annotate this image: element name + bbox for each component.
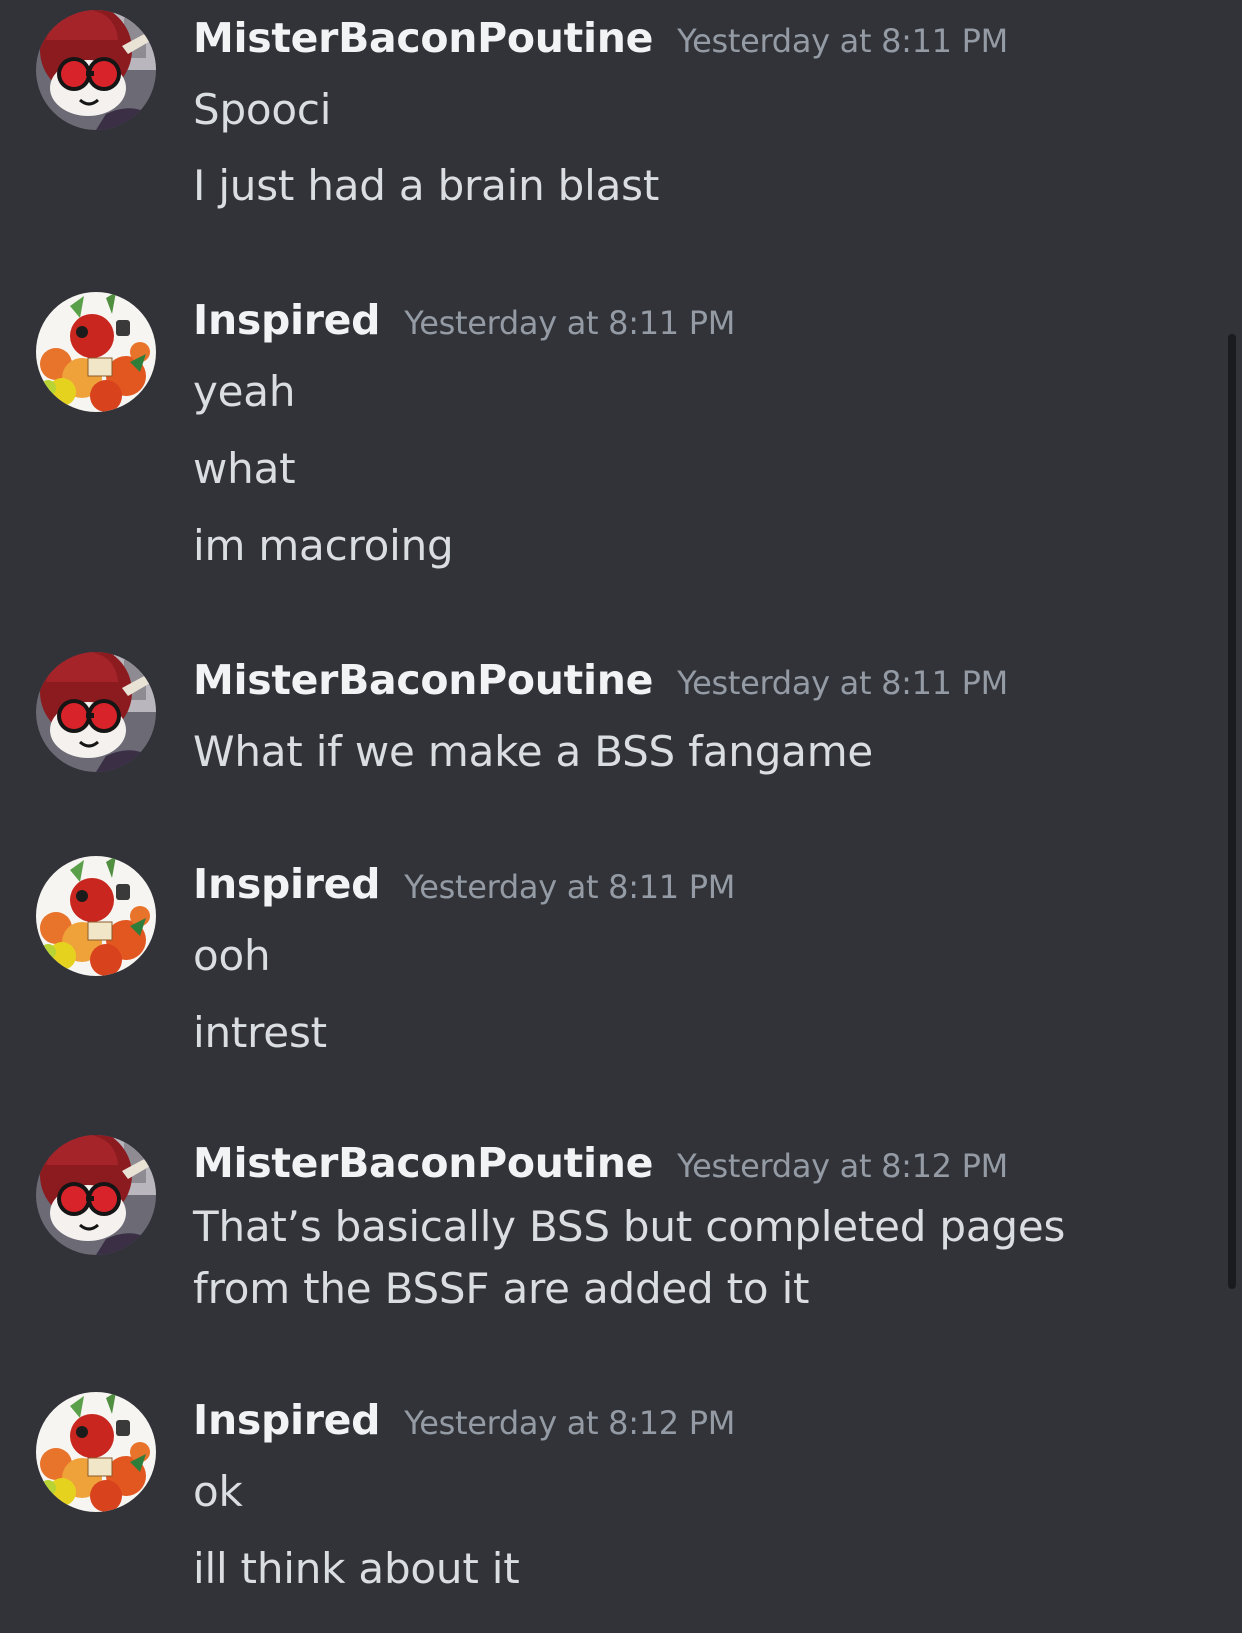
avatar[interactable]: [36, 1135, 156, 1255]
timestamp[interactable]: Yesterday at 8:12 PM: [404, 1404, 735, 1442]
timestamp[interactable]: Yesterday at 8:11 PM: [677, 22, 1008, 60]
message-text[interactable]: yeah: [193, 361, 1173, 423]
timestamp[interactable]: Yesterday at 8:11 PM: [404, 304, 735, 342]
message-text[interactable]: ooh: [193, 925, 1173, 987]
message-text[interactable]: what: [193, 438, 1173, 500]
username[interactable]: MisterBaconPoutine: [193, 656, 653, 704]
username[interactable]: Inspired: [193, 1396, 381, 1444]
username[interactable]: MisterBaconPoutine: [193, 14, 653, 62]
message-header: MisterBaconPoutine Yesterday at 8:11 PM: [193, 14, 1008, 62]
message-header: Inspired Yesterday at 8:12 PM: [193, 1396, 735, 1444]
red-character-avatar-icon: [36, 1135, 156, 1255]
message-text[interactable]: ill think about it: [193, 1538, 1173, 1600]
red-character-avatar-icon: [36, 10, 156, 130]
message-text[interactable]: intrest: [193, 1002, 1173, 1064]
timestamp[interactable]: Yesterday at 8:12 PM: [677, 1147, 1008, 1185]
avatar[interactable]: [36, 292, 156, 412]
message-text[interactable]: im macroing: [193, 515, 1173, 577]
avatar[interactable]: [36, 1392, 156, 1512]
message-header: Inspired Yesterday at 8:11 PM: [193, 296, 735, 344]
message-text[interactable]: That’s basically BSS but completed pages…: [193, 1196, 1173, 1320]
scrollbar-thumb[interactable]: [1228, 334, 1236, 1289]
message-header: Inspired Yesterday at 8:11 PM: [193, 860, 735, 908]
message-list: MisterBaconPoutine Yesterday at 8:11 PM S…: [0, 0, 1242, 1633]
timestamp[interactable]: Yesterday at 8:11 PM: [677, 664, 1008, 702]
message-text[interactable]: I just had a brain blast: [193, 155, 1173, 217]
avatar[interactable]: [36, 856, 156, 976]
message-header: MisterBaconPoutine Yesterday at 8:12 PM: [193, 1139, 1008, 1187]
timestamp[interactable]: Yesterday at 8:11 PM: [404, 868, 735, 906]
red-character-avatar-icon: [36, 652, 156, 772]
message-header: MisterBaconPoutine Yesterday at 8:11 PM: [193, 656, 1008, 704]
username[interactable]: Inspired: [193, 296, 381, 344]
message-text[interactable]: ok: [193, 1461, 1173, 1523]
username[interactable]: Inspired: [193, 860, 381, 908]
bee-collage-avatar-icon: [36, 856, 156, 976]
message-text[interactable]: Spooci: [193, 79, 1173, 141]
avatar[interactable]: [36, 10, 156, 130]
message-text[interactable]: What if we make a BSS fangame: [193, 721, 1173, 783]
avatar[interactable]: [36, 652, 156, 772]
bee-collage-avatar-icon: [36, 1392, 156, 1512]
bee-collage-avatar-icon: [36, 292, 156, 412]
scrollbar[interactable]: [1228, 334, 1236, 1289]
username[interactable]: MisterBaconPoutine: [193, 1139, 653, 1187]
